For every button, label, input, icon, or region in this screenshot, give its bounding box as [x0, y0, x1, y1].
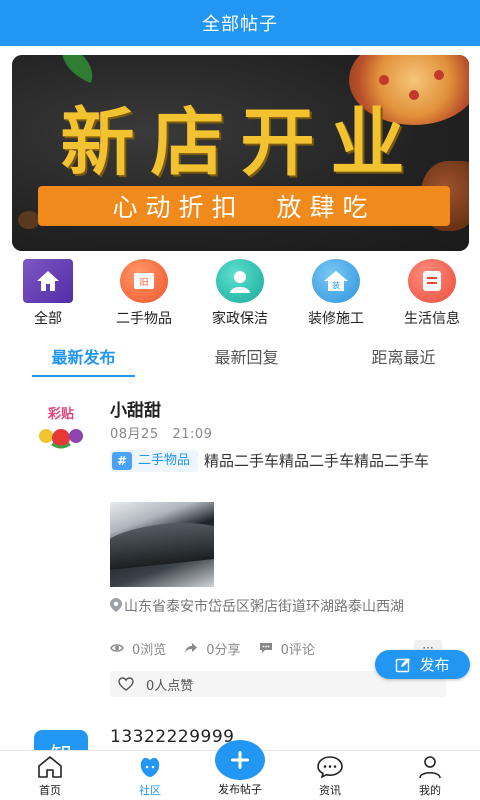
nav-profile[interactable]: 我的	[390, 755, 470, 798]
category-label: 生活信息	[404, 311, 460, 327]
post-category-tag-label: 二手物品	[138, 453, 191, 468]
nav-label: 首页	[39, 784, 61, 797]
views-count: 0浏览	[132, 642, 167, 658]
chat-icon	[317, 756, 343, 779]
edit-icon	[396, 657, 411, 672]
nav-label: 我的	[419, 784, 441, 797]
community-icon	[140, 757, 160, 777]
location-pin-icon	[110, 598, 122, 612]
publish-button-label: 发布	[419, 656, 450, 674]
banner-herb-decoration	[18, 211, 40, 229]
create-post-button[interactable]	[215, 740, 265, 780]
post-category-tag[interactable]: # 二手物品	[110, 450, 199, 472]
post-location-text: 山东省泰安市岱岳区粥店街道环湖路泰山西湖	[124, 599, 404, 615]
post-image[interactable]	[110, 502, 214, 587]
nav-label: 社区	[139, 784, 161, 797]
hashtag-icon: #	[112, 452, 132, 470]
category-grid: 全部 旧 二手物品 家政保洁 装 装修施工 生活信息	[0, 258, 480, 327]
category-label: 二手物品	[116, 311, 172, 327]
avatar[interactable]: 彩贴	[32, 398, 90, 450]
post-content[interactable]: # 二手物品 精品二手车精品二手车精品二手车	[110, 449, 450, 473]
category-label: 全部	[34, 311, 62, 327]
home-icon	[23, 259, 73, 303]
comments-count: 0评论	[280, 642, 315, 658]
tab-latest-posts[interactable]: 最新发布	[32, 338, 135, 374]
comment-icon	[259, 643, 272, 653]
post-author-name[interactable]: 13322229999	[110, 727, 234, 747]
nav-label: 资讯	[319, 784, 341, 797]
secondhand-icon: 旧	[120, 259, 168, 303]
comment-stat[interactable]: 0评论	[259, 639, 315, 658]
category-label: 家政保洁	[212, 311, 268, 327]
banner-slogan-text: 心动折扣 放肆吃	[112, 193, 376, 222]
category-label: 装修施工	[308, 311, 364, 327]
tab-latest-replies[interactable]: 最新回复	[195, 338, 298, 374]
category-housekeeping[interactable]: 家政保洁	[192, 258, 288, 328]
share-stat[interactable]: 0分享	[184, 639, 241, 658]
post-body-text: 精品二手车精品二手车精品二手车	[204, 452, 430, 470]
post-filter-tabs: 最新发布 最新回复 距离最近	[0, 338, 480, 378]
category-renovation[interactable]: 装 装修施工	[288, 258, 384, 328]
nav-community[interactable]: 社区	[110, 755, 190, 798]
publish-button[interactable]: 发布	[375, 650, 470, 679]
svg-text:旧: 旧	[139, 277, 148, 288]
likes-count: 0人点赞	[146, 678, 194, 694]
shares-count: 0分享	[206, 642, 241, 658]
nav-home[interactable]: 首页	[10, 755, 90, 798]
plus-icon	[231, 751, 249, 769]
heart-icon	[118, 677, 134, 691]
svg-text:装: 装	[332, 280, 340, 290]
avatar-text: 彩贴	[47, 406, 74, 422]
eye-icon	[110, 644, 124, 652]
category-secondhand[interactable]: 旧 二手物品	[96, 258, 192, 328]
category-all[interactable]: 全部	[0, 258, 96, 328]
home-icon	[38, 756, 62, 778]
nav-news[interactable]: 资讯	[290, 755, 370, 798]
page-title: 全部帖子	[202, 14, 278, 35]
category-life-info[interactable]: 生活信息	[384, 258, 480, 328]
life-info-icon	[408, 259, 456, 303]
share-icon	[185, 643, 198, 653]
tab-nearest[interactable]: 距离最近	[352, 338, 455, 374]
renovation-icon: 装	[312, 259, 360, 303]
create-post-label[interactable]: 发布帖子	[200, 781, 280, 797]
post-location: 山东省泰安市岱岳区粥店街道环湖路泰山西湖	[110, 597, 450, 617]
user-icon	[419, 756, 441, 779]
active-tab-indicator	[32, 375, 135, 377]
app-root: 全部帖子 新店开业 心动折扣 放肆吃 全部 旧 二手物品 家政保洁 装 装修施工…	[0, 0, 480, 800]
post-author-name[interactable]: 小甜甜	[110, 396, 161, 421]
post-timestamp: 08月25 21:09	[110, 427, 213, 442]
promo-banner[interactable]: 新店开业 心动折扣 放肆吃	[12, 55, 469, 251]
views-stat: 0浏览	[110, 639, 166, 658]
page-header: 全部帖子	[0, 0, 480, 46]
housekeeping-icon	[216, 259, 264, 303]
banner-headline: 新店开业	[60, 100, 421, 186]
banner-slogan: 心动折扣 放肆吃	[38, 186, 450, 226]
